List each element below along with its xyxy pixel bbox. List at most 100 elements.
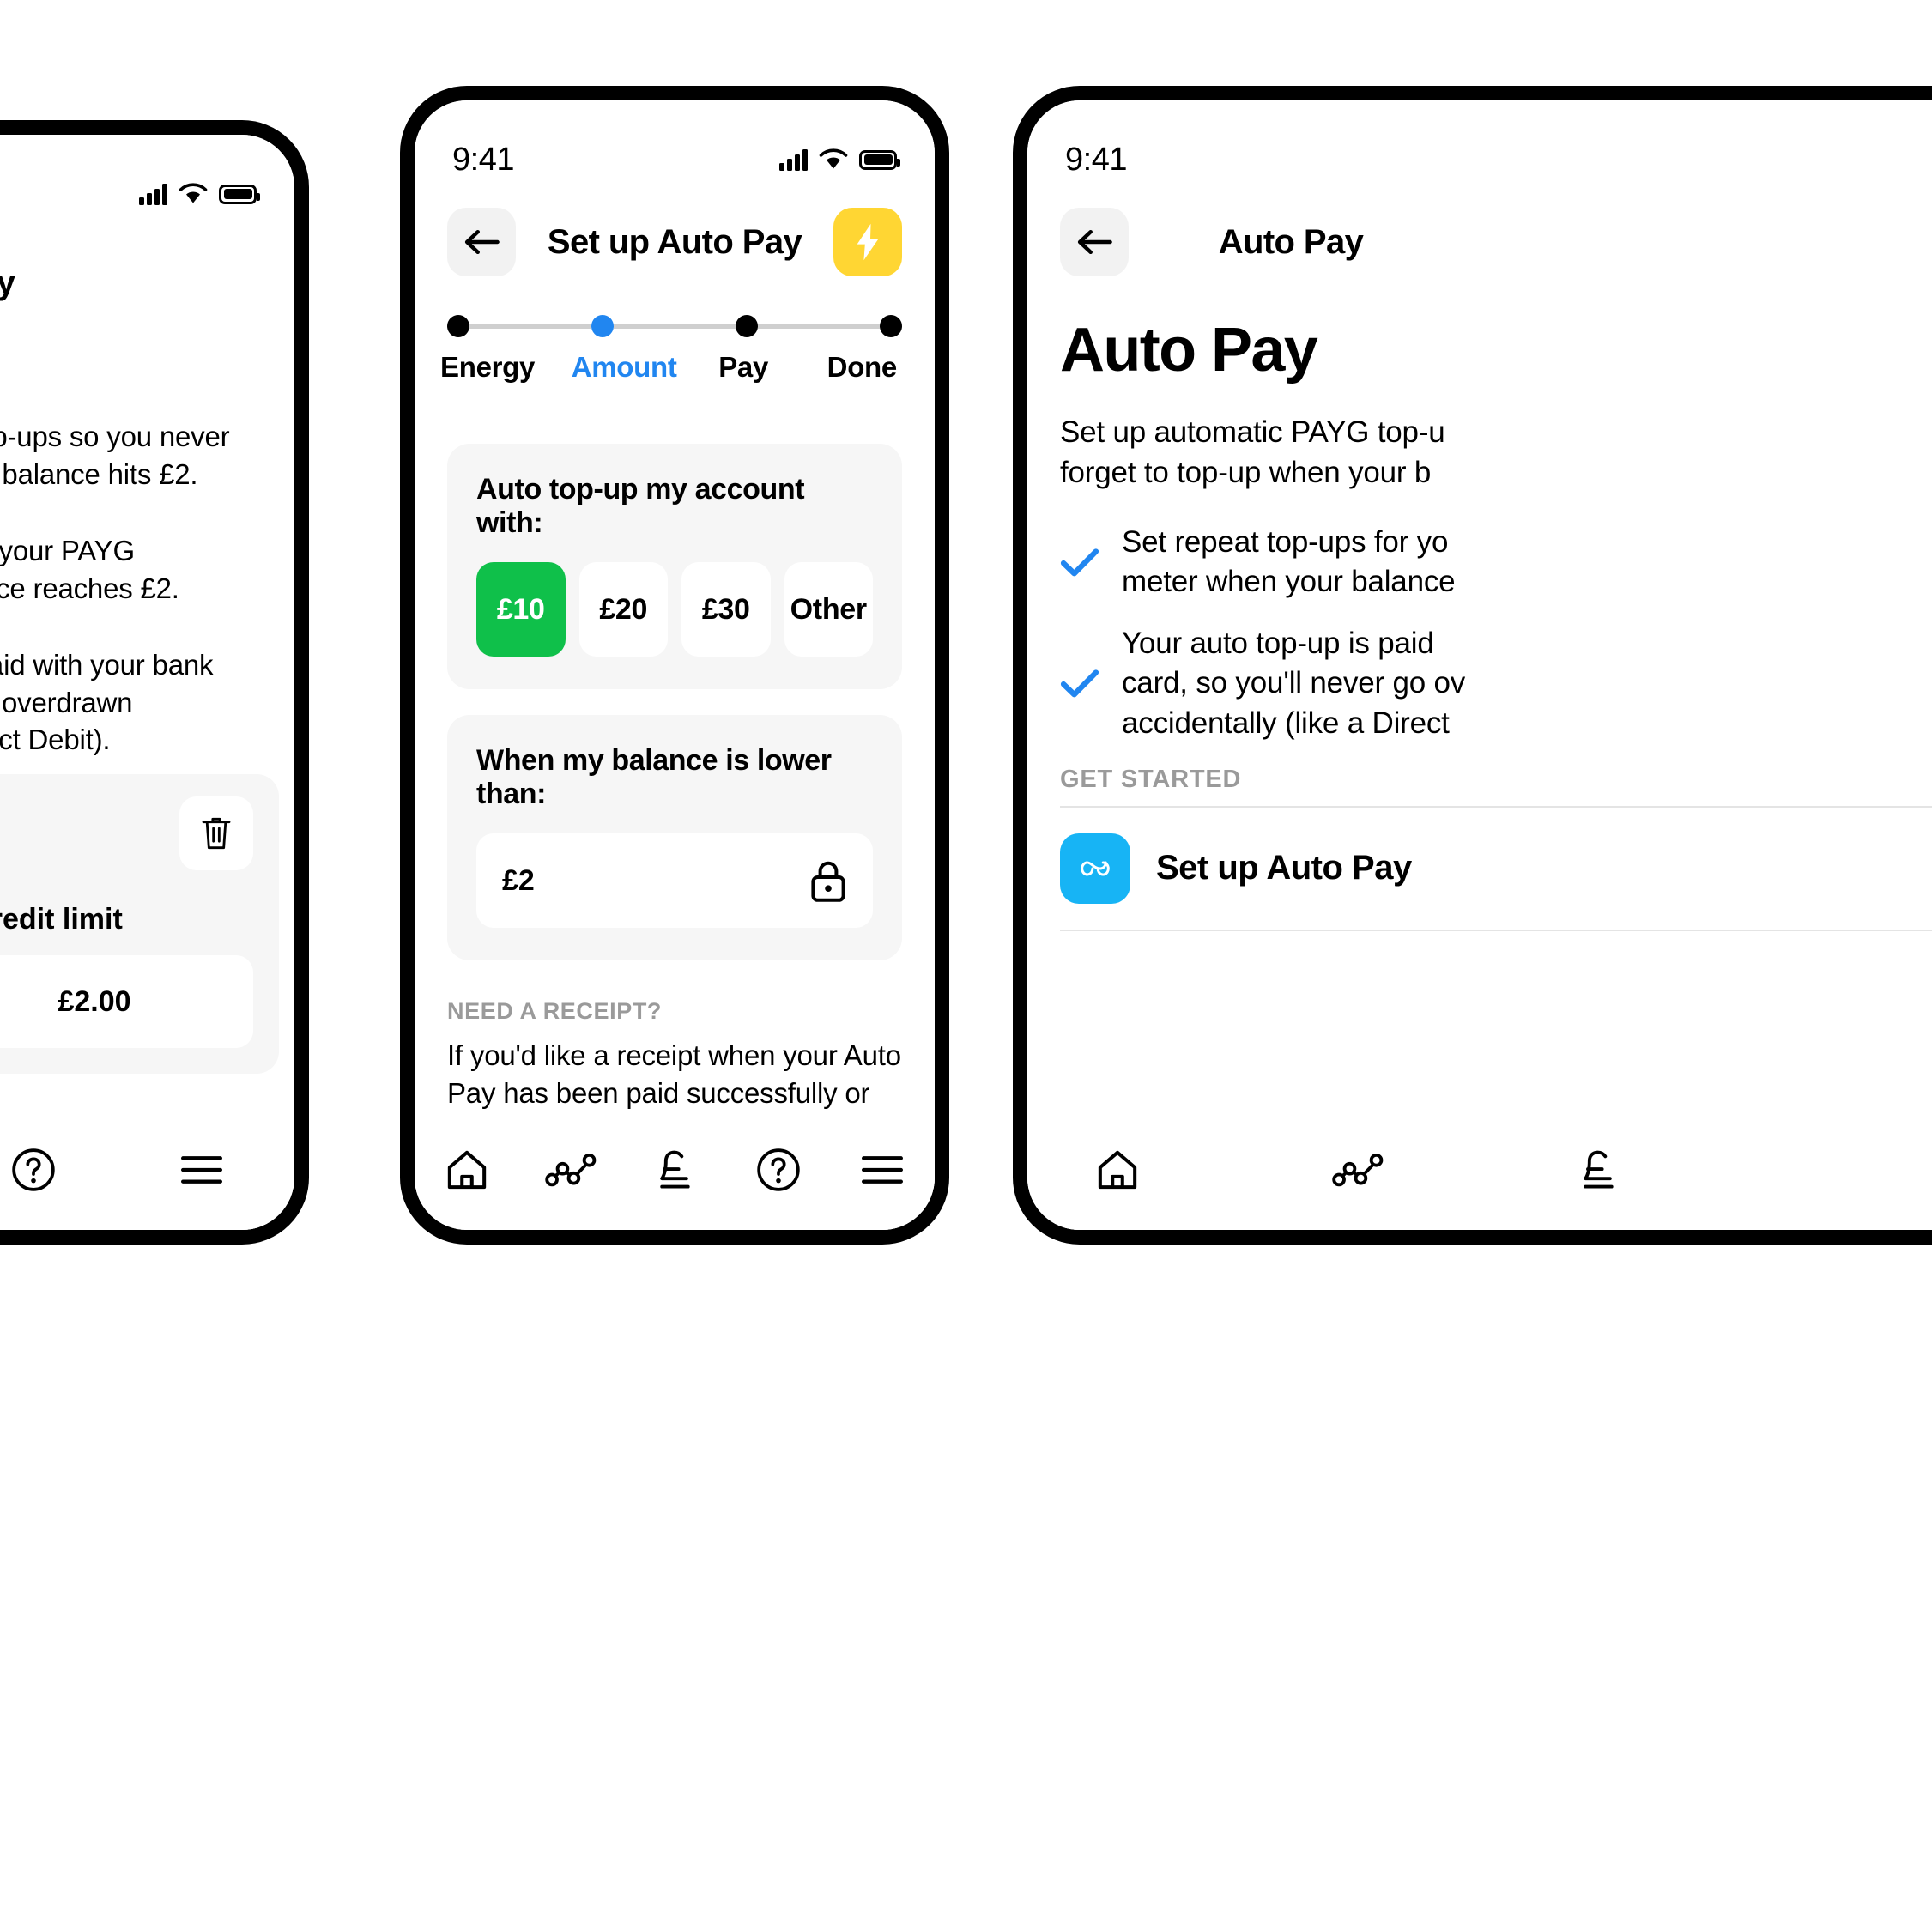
battery-icon (859, 149, 900, 170)
tab-home[interactable] (1079, 1131, 1156, 1208)
benefit-text-2: Your auto top-up is paid card, so you'll… (1122, 627, 1466, 740)
tab-help[interactable] (740, 1131, 817, 1208)
back-button[interactable] (447, 208, 516, 276)
help-icon (757, 1148, 800, 1191)
step-dot-amount[interactable] (591, 315, 614, 337)
step-label-amount: Amount (571, 351, 677, 383)
step-dot-pay[interactable] (736, 315, 758, 337)
infinity-icon (1060, 833, 1130, 904)
mid-tab-bar (415, 1110, 935, 1230)
mid-screen: 9:41 Set up Auto Pay Energy Amount Pay D… (415, 100, 935, 1230)
help-icon (12, 1148, 55, 1191)
left-paragraph-1: c PAYG top-ups so you never when your ba… (0, 421, 230, 490)
tab-help[interactable] (1, 1131, 66, 1208)
step-label-energy: Energy (440, 351, 536, 383)
setup-stepper: Energy Amount Pay Done (415, 315, 935, 384)
set-up-auto-pay-label: Set up Auto Pay (1156, 849, 1412, 887)
amount-option-30[interactable]: £30 (681, 562, 771, 657)
mid-status-bar: 9:41 (415, 100, 935, 186)
tab-usage[interactable] (1319, 1131, 1396, 1208)
back-button[interactable] (1060, 208, 1129, 276)
benefit-text-1: Set repeat top-ups for yo meter when you… (1122, 524, 1456, 598)
step-label-done: Done (827, 351, 898, 383)
step-dot-energy[interactable] (447, 315, 469, 337)
step-line-1 (469, 324, 591, 329)
get-started-label: GET STARTED (1060, 765, 1242, 793)
phone-right: 9:41 Auto Pay Auto Pay Set up automatic … (1013, 86, 1932, 1245)
battery-icon (219, 184, 260, 204)
left-paragraph-3: op-up is paid with your bank ll never go… (0, 649, 214, 756)
auto-pay-intro: Set up automatic PAYG top-u forget to to… (1060, 415, 1445, 489)
right-content: Auto Pay Set up automatic PAYG top-u for… (1027, 315, 1932, 931)
benefit-item: Your auto top-up is paid card, so you'll… (1060, 624, 1932, 743)
usage-icon (545, 1153, 597, 1187)
topup-amount-card: Auto top-up my account with: £10 £20 £30… (447, 444, 902, 689)
home-icon (1098, 1150, 1137, 1190)
topup-amount-title: Auto top-up my account with: (476, 473, 805, 539)
stepper-labels: Energy Amount Pay Done (440, 351, 902, 384)
right-nav-bar: Auto Pay (1027, 195, 1932, 289)
stepper-track (447, 315, 902, 337)
screenshot-canvas: Auto Pay c PAYG top-ups so you never whe… (0, 0, 1932, 1932)
balance-threshold-field[interactable]: £2 (476, 833, 873, 928)
tab-pound[interactable] (1560, 1131, 1637, 1208)
right-tab-bar (1027, 1110, 1932, 1230)
step-line-2 (614, 324, 736, 329)
check-icon (1060, 669, 1099, 698)
step-dot-done[interactable] (880, 315, 902, 337)
mid-status-time: 9:41 (452, 141, 514, 178)
left-body: c PAYG top-ups so you never when your ba… (0, 418, 294, 759)
left-page-title: Auto Pay (0, 263, 294, 302)
mid-status-icons (779, 148, 900, 171)
arrow-left-icon (1077, 229, 1112, 255)
benefit-item: Set repeat top-ups for yo meter when you… (1060, 523, 1932, 602)
signal-bars-icon (779, 148, 808, 171)
right-screen: 9:41 Auto Pay Auto Pay Set up automatic … (1027, 100, 1932, 1230)
left-tab-bar (0, 1110, 294, 1230)
right-status-time: 9:41 (1065, 141, 1127, 178)
tab-menu[interactable] (169, 1131, 234, 1208)
receipt-eyebrow: NEED A RECEIPT? (447, 998, 663, 1024)
right-status-bar: 9:41 (1027, 100, 1932, 186)
set-up-auto-pay-row[interactable]: Set up Auto Pay (1060, 805, 1932, 931)
arrow-left-icon (464, 229, 500, 255)
trash-icon (202, 817, 231, 850)
benefits-list: Set repeat top-ups for yo meter when you… (1060, 523, 1932, 743)
credit-limit-row: £2.00 (0, 955, 253, 1048)
credit-limit-value[interactable]: £2.00 (0, 955, 253, 1048)
left-paragraph-2: op-ups for your PAYG your balance reache… (0, 535, 179, 604)
phone-left: Auto Pay c PAYG top-ups so you never whe… (0, 120, 309, 1245)
step-label-pay: Pay (718, 351, 769, 383)
wifi-icon (819, 148, 848, 169)
pound-icon (1584, 1150, 1614, 1189)
lock-icon (811, 861, 845, 902)
menu-icon (181, 1156, 222, 1184)
amount-option-10[interactable]: £10 (476, 562, 566, 657)
left-status-bar (0, 135, 294, 221)
right-page-title: Auto Pay (1218, 222, 1364, 261)
balance-threshold-card: When my balance is lower than: £2 (447, 715, 902, 960)
usage-icon (1332, 1153, 1384, 1187)
home-icon (447, 1150, 486, 1190)
left-screen: Auto Pay c PAYG top-ups so you never whe… (0, 135, 294, 1230)
tab-home[interactable] (428, 1131, 506, 1208)
left-credit-card-wrap: Credit limit £2.00 (0, 774, 294, 1074)
tab-usage[interactable] (532, 1131, 609, 1208)
auto-pay-heading: Auto Pay (1060, 316, 1318, 385)
balance-threshold-value: £2 (502, 863, 535, 897)
delete-button[interactable] (179, 796, 253, 870)
topup-amount-options: £10 £20 £30 Other (476, 562, 873, 657)
tab-menu[interactable] (844, 1131, 921, 1208)
mid-page-title: Set up Auto Pay (547, 222, 802, 261)
menu-icon (862, 1156, 904, 1184)
left-status-icons (139, 183, 260, 205)
signal-bars-icon (139, 183, 167, 205)
step-line-3 (758, 324, 880, 329)
credit-limit-card: Credit limit £2.00 (0, 774, 279, 1074)
mid-nav-bar: Set up Auto Pay (415, 195, 935, 289)
tab-pound[interactable] (636, 1131, 713, 1208)
amount-option-20[interactable]: £20 (578, 562, 668, 657)
quick-action-button[interactable] (833, 208, 902, 276)
amount-option-other[interactable]: Other (784, 562, 873, 657)
pound-icon (660, 1150, 690, 1189)
